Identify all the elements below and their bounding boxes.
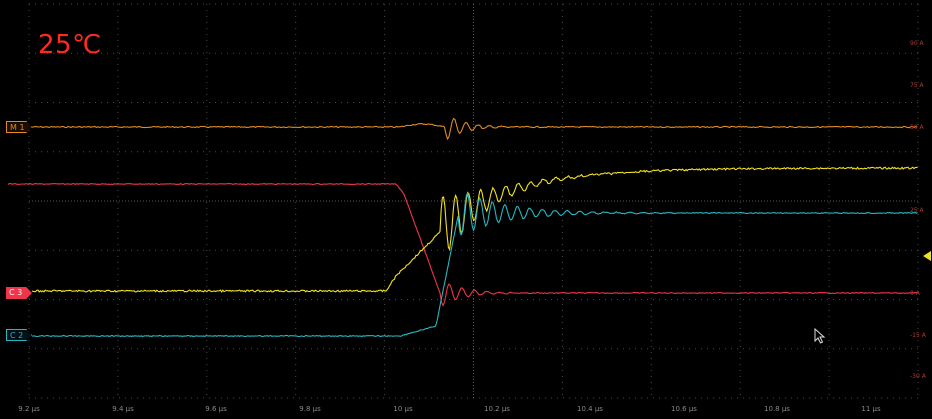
oscilloscope-screen: 25℃ M 1 C 3 C 2 9.2 µs 9.4 µs 9.6 µs 9.8… — [0, 0, 932, 419]
x-tick-label: 11 µs — [861, 405, 881, 413]
y-tick-label: 75 A — [910, 82, 924, 89]
x-tick-label: 10.2 µs — [484, 405, 510, 413]
x-tick-label: 10.6 µs — [671, 405, 697, 413]
y-tick-label: 50 A — [910, 124, 924, 131]
temperature-label: 25℃ — [38, 30, 102, 60]
y-tick-label: 25 A — [910, 207, 924, 214]
trace-m1 — [31, 117, 918, 141]
y-tick-label: 0 A — [910, 290, 920, 297]
x-tick-label: 9.6 µs — [205, 405, 227, 413]
x-tick-label: 10.4 µs — [577, 405, 603, 413]
y-tick-label: -15 A — [910, 332, 926, 339]
trigger-level-icon[interactable] — [923, 251, 931, 261]
trace-yellow — [31, 166, 918, 293]
x-tick-label: 9.4 µs — [112, 405, 134, 413]
y-tick-label: -30 A — [910, 373, 926, 380]
x-tick-label: 9.2 µs — [18, 405, 40, 413]
trace-c2 — [31, 191, 918, 338]
trace-c3 — [7, 182, 917, 307]
x-tick-label: 10 µs — [393, 405, 413, 413]
mouse-pointer-icon — [814, 328, 826, 344]
y-tick-label: 90 A — [910, 40, 924, 47]
waveform-plot — [7, 3, 919, 399]
x-tick-label: 10.8 µs — [764, 405, 790, 413]
x-tick-label: 9.8 µs — [299, 405, 321, 413]
